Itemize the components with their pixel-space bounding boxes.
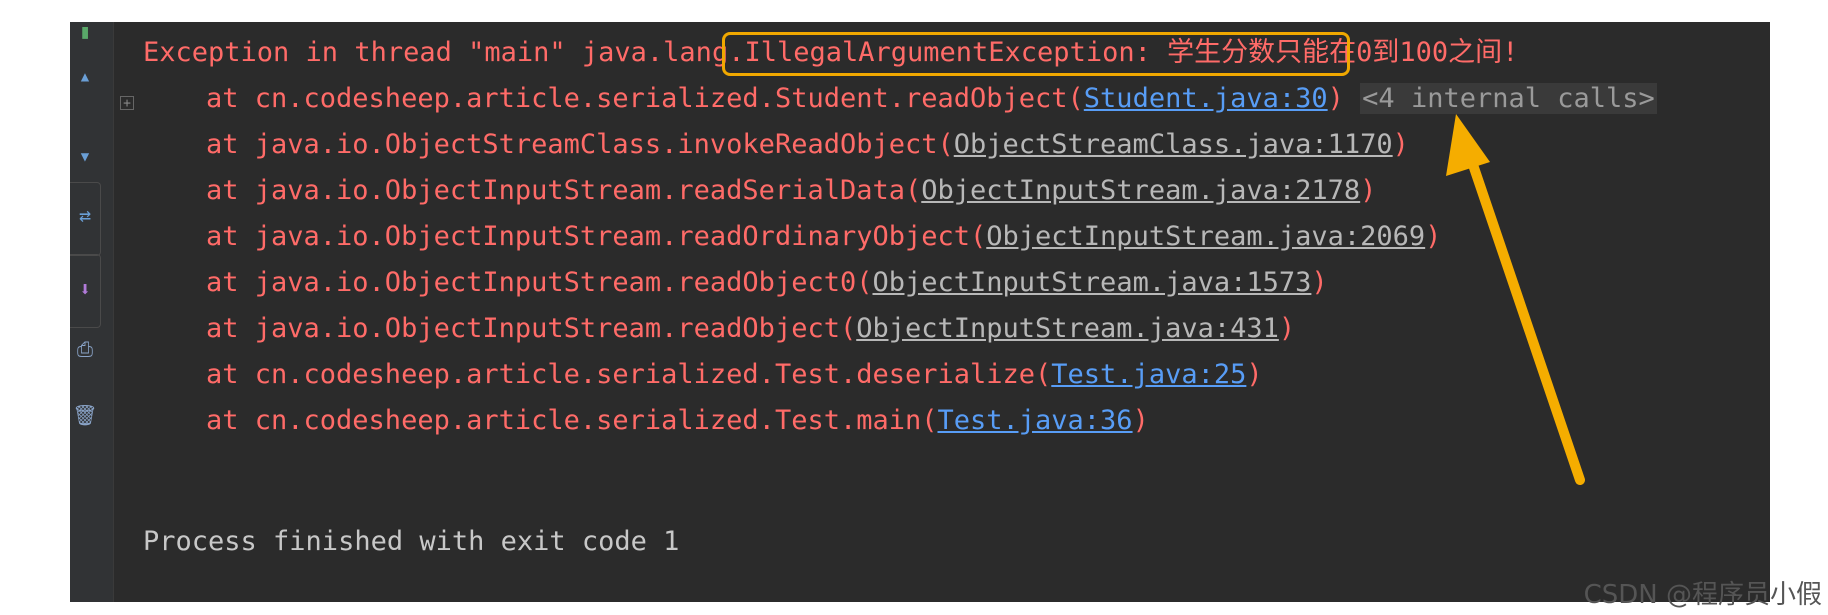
watermark: CSDN @程序员小假	[1583, 580, 1822, 610]
arrow-annotation-icon	[1446, 114, 1585, 485]
